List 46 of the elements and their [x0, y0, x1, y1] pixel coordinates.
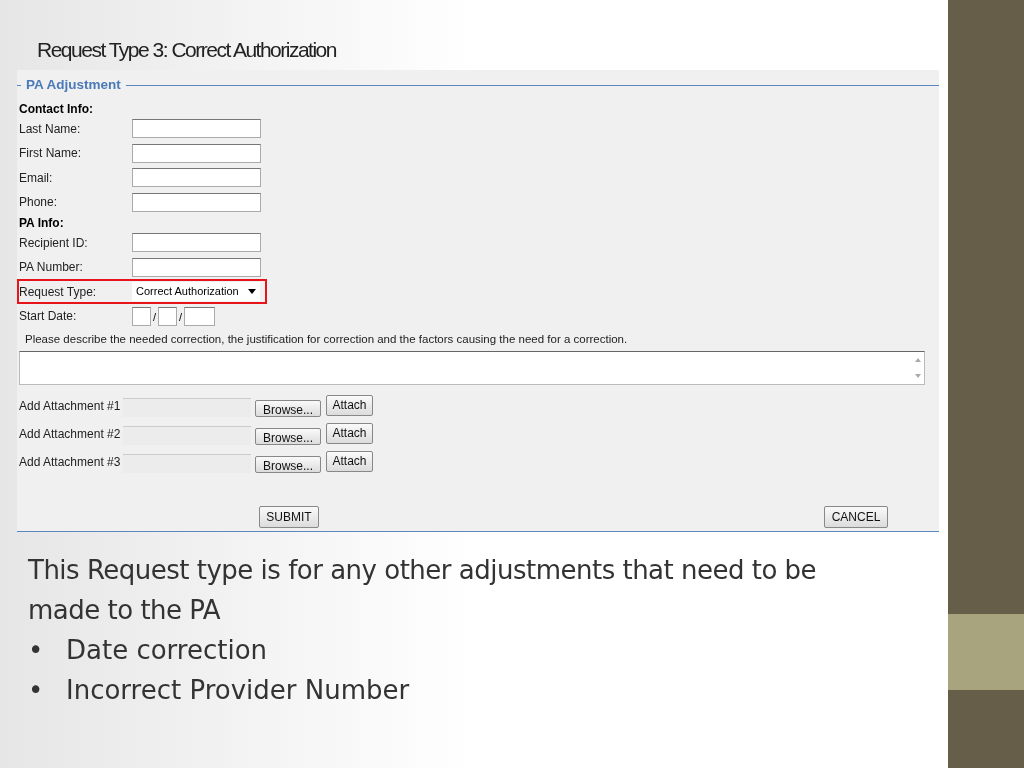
body-paragraph: This Request type is for any other adjustments that need to be made to the PA [28, 554, 818, 627]
text-input-field[interactable] [132, 257, 261, 277]
year-input-field[interactable] [184, 306, 216, 326]
field-label: First Name: [19, 145, 82, 162]
field-label: Request Type: [19, 283, 98, 301]
cancel-button[interactable]: CANCEL [824, 506, 888, 528]
month-input-field[interactable] [132, 306, 151, 326]
text-input-field[interactable] [132, 192, 261, 212]
browse-button[interactable]: Browse... [255, 427, 321, 445]
field-label: Last Name: [19, 120, 82, 138]
attach-button[interactable]: Attach [326, 450, 373, 472]
text-input-field[interactable] [132, 233, 261, 252]
day-input-field[interactable] [158, 306, 178, 326]
dropdown-caret-icon [248, 289, 256, 294]
submit-button[interactable]: SUBMIT [259, 506, 319, 528]
description-text-area[interactable] [19, 350, 925, 385]
attachment-label: Add Attachment #2 [19, 426, 122, 443]
section-heading: PA Info: [19, 215, 65, 231]
bullet-text: Date correction [66, 634, 268, 667]
browse-button[interactable]: Browse... [255, 399, 321, 417]
attachment-label: Add Attachment #1 [19, 398, 122, 415]
text-input-field[interactable] [132, 168, 261, 187]
text-input-field[interactable] [132, 119, 261, 138]
date-separator: / [179, 310, 183, 325]
field-label: Phone: [19, 194, 59, 211]
file-path-field[interactable] [123, 425, 251, 445]
field-label: PA Number: [19, 259, 84, 276]
request-type-dropdown[interactable]: Correct Authorization [132, 282, 260, 301]
field-label: Email: [19, 169, 54, 187]
bullet-text: Incorrect Provider Number [66, 674, 410, 707]
attachment-label: Add Attachment #3 [19, 454, 122, 471]
field-label: Start Date: [19, 308, 78, 325]
slide-title: Request Type 3: Correct Authorization [37, 37, 337, 60]
browse-button[interactable]: Browse... [255, 455, 321, 473]
file-path-field[interactable] [123, 397, 251, 417]
bullet-marker: • [28, 674, 45, 707]
date-separator: / [153, 310, 157, 325]
text-input-field[interactable] [132, 143, 261, 163]
form-legend: PA Adjustment [21, 75, 126, 96]
description-prompt: Please describe the needed correction, the justification for correction and the factors causing the need for a correction. [25, 332, 629, 348]
attach-button[interactable]: Attach [326, 394, 373, 416]
field-label: Recipient ID: [19, 234, 89, 252]
attach-button[interactable]: Attach [326, 422, 373, 444]
bullet-marker: • [28, 634, 45, 667]
file-path-field[interactable] [123, 453, 251, 473]
section-heading: Contact Info: [19, 101, 94, 117]
